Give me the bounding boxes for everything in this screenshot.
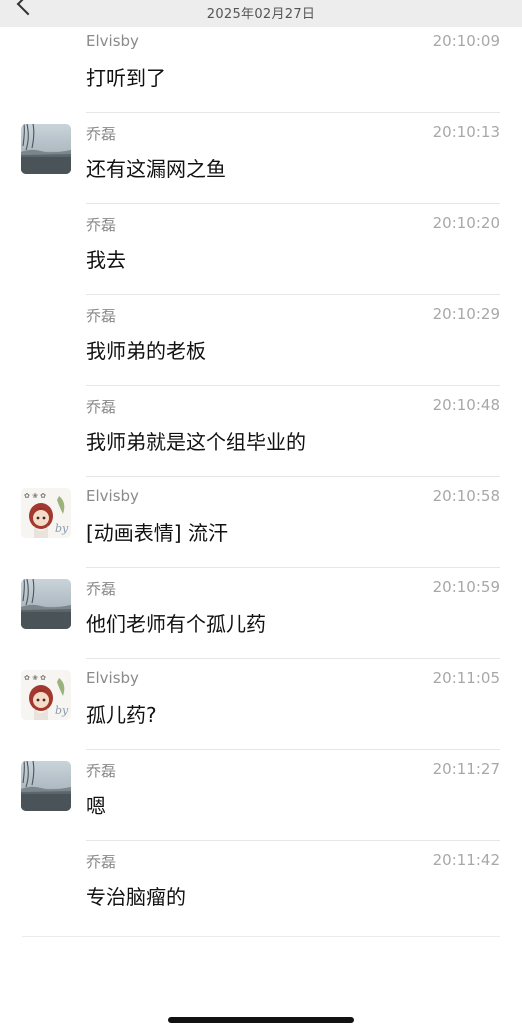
message-sender: 乔磊 — [86, 853, 117, 871]
message-time: 20:10:29 — [432, 305, 500, 323]
date-label: 2025年02月27日 — [206, 7, 316, 22]
avatar-landscape[interactable] — [21, 761, 71, 811]
message-content: 我去 — [86, 248, 126, 272]
message-sender: Elvisby — [86, 487, 139, 505]
message-sender: 乔磊 — [86, 307, 117, 325]
chat-message[interactable]: 乔磊 20:10:13 还有这漏网之鱼 — [0, 113, 522, 204]
svg-text:by: by — [55, 704, 69, 717]
message-time: 20:10:59 — [432, 578, 500, 596]
message-content: 专治脑瘤的 — [86, 885, 186, 909]
chat-message[interactable]: 乔磊 20:10:20 我去 — [0, 204, 522, 295]
message-time: 20:11:42 — [432, 851, 500, 869]
avatar-landscape[interactable] — [21, 124, 71, 174]
svg-text:✿ ❀ ✿: ✿ ❀ ✿ — [24, 674, 46, 682]
list-end-divider — [22, 936, 500, 937]
message-content: 还有这漏网之鱼 — [86, 157, 226, 181]
chat-message[interactable]: Elvisby 20:10:09 打听到了 — [0, 22, 522, 113]
avatar-anime[interactable]: ✿ ❀ ✿ by — [21, 488, 71, 538]
message-content: 孤儿药? — [86, 703, 157, 727]
message-sender: Elvisby — [86, 32, 139, 50]
message-time: 20:11:27 — [432, 760, 500, 778]
message-content: 打听到了 — [86, 66, 166, 90]
chat-message[interactable]: ✿ ❀ ✿ by Elvisby 20:10:58 [动画表情] 流汗 — [0, 477, 522, 568]
message-sender: 乔磊 — [86, 125, 117, 143]
chat-message[interactable]: 乔磊 20:10:48 我师弟就是这个组毕业的 — [0, 386, 522, 477]
svg-text:by: by — [55, 522, 69, 535]
message-time: 20:10:20 — [432, 214, 500, 232]
chat-message[interactable]: 乔磊 20:11:27 嗯 — [0, 750, 522, 841]
message-sender: 乔磊 — [86, 398, 117, 416]
message-content: 我师弟的老板 — [86, 339, 206, 363]
message-content: 他们老师有个孤儿药 — [86, 612, 266, 636]
message-content: [动画表情] 流汗 — [86, 521, 228, 545]
message-time: 20:10:13 — [432, 123, 500, 141]
message-content: 嗯 — [86, 794, 106, 818]
chat-message[interactable]: 乔磊 20:10:29 我师弟的老板 — [0, 295, 522, 386]
message-time: 20:10:09 — [432, 32, 500, 50]
chat-history-list: Elvisby 20:10:09 打听到了 乔磊 20:10:13 还有这漏网之… — [0, 0, 522, 1024]
home-indicator[interactable] — [168, 1017, 354, 1023]
message-time: 20:10:58 — [432, 487, 500, 505]
chat-message[interactable]: 乔磊 20:10:59 他们老师有个孤儿药 — [0, 568, 522, 659]
message-time: 20:10:48 — [432, 396, 500, 414]
message-time: 20:11:05 — [432, 669, 500, 687]
message-sender: Elvisby — [86, 669, 139, 687]
message-sender: 乔磊 — [86, 216, 117, 234]
chat-message[interactable]: 乔磊 20:11:42 专治脑瘤的 — [0, 841, 522, 932]
message-sender: 乔磊 — [86, 762, 117, 780]
svg-text:✿ ❀ ✿: ✿ ❀ ✿ — [24, 492, 46, 500]
message-content: 我师弟就是这个组毕业的 — [86, 430, 306, 454]
date-header-bar: 2025年02月27日 — [0, 0, 522, 27]
avatar-landscape[interactable] — [21, 579, 71, 629]
avatar-anime[interactable]: ✿ ❀ ✿ by — [21, 670, 71, 720]
message-sender: 乔磊 — [86, 580, 117, 598]
chat-message[interactable]: ✿ ❀ ✿ by Elvisby 20:11:05 孤儿药? — [0, 659, 522, 750]
